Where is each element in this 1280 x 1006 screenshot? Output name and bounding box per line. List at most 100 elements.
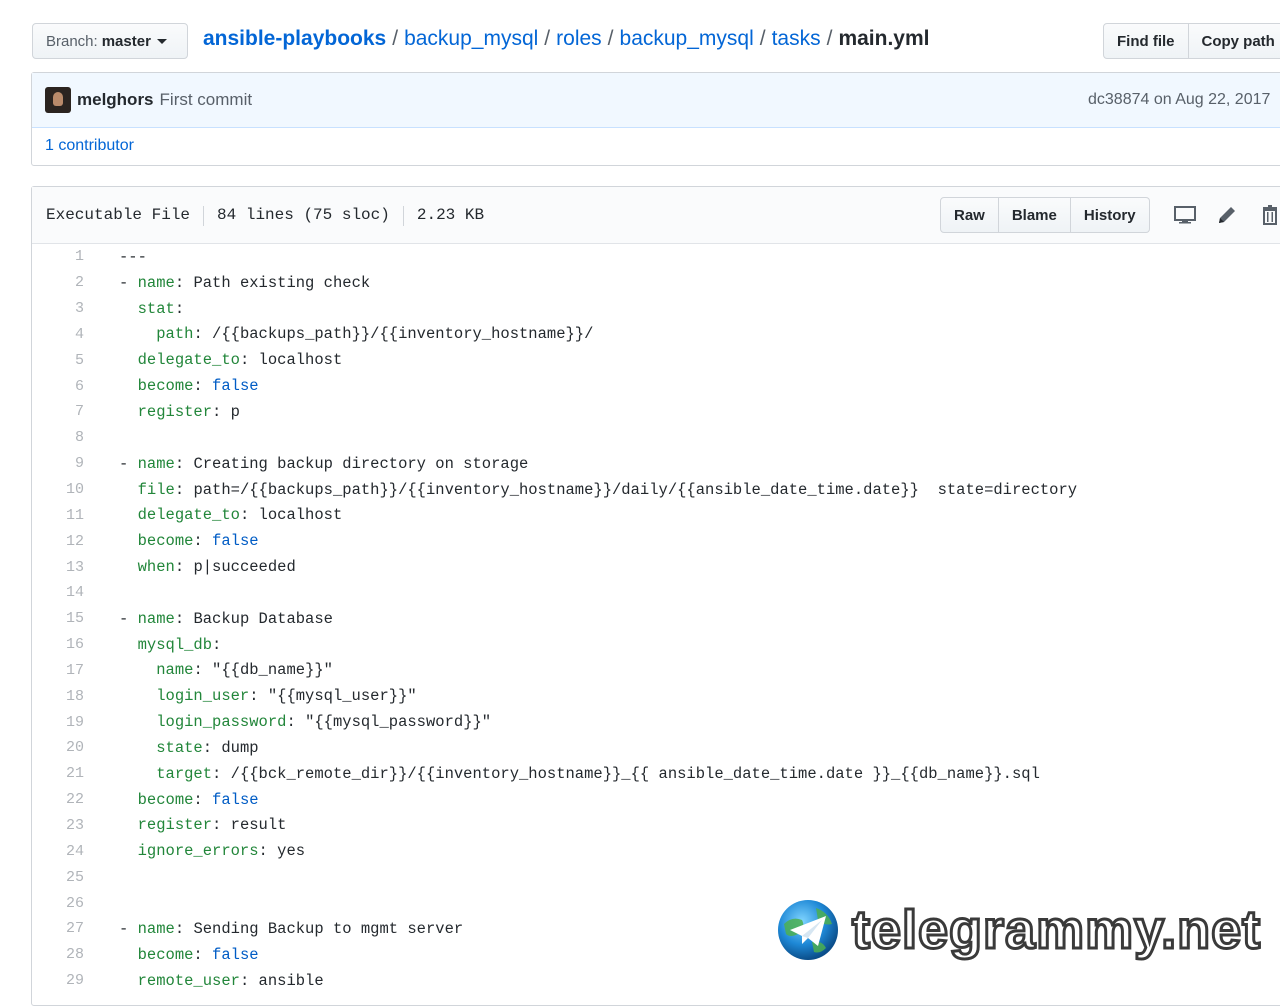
code-blob: 1---2- name: Path existing check3 stat:4… bbox=[32, 244, 1280, 993]
line-number[interactable]: 18 bbox=[32, 688, 84, 705]
branch-label: Branch: bbox=[46, 33, 98, 50]
line-number[interactable]: 22 bbox=[32, 791, 84, 808]
line-number[interactable]: 1 bbox=[32, 248, 84, 265]
code-line: 17 name: "{{db_name}}" bbox=[32, 658, 1280, 684]
line-number[interactable]: 25 bbox=[32, 869, 84, 886]
code-line: 1--- bbox=[32, 244, 1280, 270]
line-number[interactable]: 13 bbox=[32, 559, 84, 576]
code-line: 12 become: false bbox=[32, 528, 1280, 554]
pencil-icon[interactable] bbox=[1215, 203, 1239, 227]
code-text: file: path=/{{backups_path}}/{{inventory… bbox=[119, 481, 1077, 499]
code-line: 7 register: p bbox=[32, 399, 1280, 425]
line-number[interactable]: 11 bbox=[32, 507, 84, 524]
line-number[interactable]: 28 bbox=[32, 946, 84, 963]
file-viewer: Executable File 84 lines (75 sloc) 2.23 … bbox=[31, 186, 1280, 1006]
file-info: Executable File 84 lines (75 sloc) 2.23 … bbox=[46, 206, 484, 226]
code-text: mysql_db: bbox=[119, 636, 221, 654]
code-text: login_password: "{{mysql_password}}" bbox=[119, 713, 491, 731]
code-line: 15 - name: Backup Database bbox=[32, 606, 1280, 632]
line-number[interactable]: 23 bbox=[32, 817, 84, 834]
code-line: 13 when: p|succeeded bbox=[32, 554, 1280, 580]
code-text: ignore_errors: yes bbox=[119, 842, 305, 860]
line-number[interactable]: 2 bbox=[32, 274, 84, 291]
line-number[interactable]: 27 bbox=[32, 920, 84, 937]
line-number[interactable]: 4 bbox=[32, 326, 84, 343]
line-number[interactable]: 20 bbox=[32, 739, 84, 756]
code-text: delegate_to: localhost bbox=[119, 351, 342, 369]
code-line: 16 mysql_db: bbox=[32, 632, 1280, 658]
code-text: name: "{{db_name}}" bbox=[119, 661, 333, 679]
commit-author-link[interactable]: melghors bbox=[77, 90, 154, 110]
contributors-link[interactable]: 1 contributor bbox=[45, 137, 134, 155]
line-number[interactable]: 14 bbox=[32, 584, 84, 601]
divider bbox=[203, 206, 204, 226]
line-number[interactable]: 3 bbox=[32, 300, 84, 317]
line-number[interactable]: 17 bbox=[32, 662, 84, 679]
line-number[interactable]: 16 bbox=[32, 636, 84, 653]
code-line: 3 stat: bbox=[32, 296, 1280, 322]
breadcrumb-link-roles[interactable]: roles bbox=[556, 27, 602, 50]
code-text: - name: Path existing check bbox=[119, 274, 370, 292]
code-text: when: p|succeeded bbox=[119, 558, 296, 576]
line-number[interactable]: 10 bbox=[32, 481, 84, 498]
branch-select-button[interactable]: Branch: master bbox=[32, 23, 188, 59]
commit-tease: melghors First commit dc38874 on Aug 22,… bbox=[32, 73, 1280, 128]
code-line: 11 delegate_to: localhost bbox=[32, 502, 1280, 528]
code-line: 10 file: path=/{{backups_path}}/{{invent… bbox=[32, 477, 1280, 503]
line-number[interactable]: 9 bbox=[32, 455, 84, 472]
find-file-button[interactable]: Find file bbox=[1103, 23, 1189, 59]
line-number[interactable]: 5 bbox=[32, 352, 84, 369]
code-text: path: /{{backups_path}}/{{inventory_host… bbox=[119, 325, 593, 343]
avatar[interactable] bbox=[45, 87, 71, 113]
line-number[interactable]: 6 bbox=[32, 378, 84, 395]
line-number[interactable]: 8 bbox=[32, 429, 84, 446]
line-number[interactable]: 26 bbox=[32, 895, 84, 912]
raw-button[interactable]: Raw bbox=[940, 197, 999, 233]
code-line: 9 - name: Creating backup directory on st… bbox=[32, 451, 1280, 477]
telegram-globe-icon bbox=[776, 898, 840, 962]
code-line: 2 - name: Path existing check bbox=[32, 270, 1280, 296]
history-button[interactable]: History bbox=[1071, 197, 1150, 233]
code-text: become: false bbox=[119, 946, 259, 964]
desktop-icon[interactable] bbox=[1173, 203, 1197, 227]
trash-icon[interactable] bbox=[1258, 203, 1280, 227]
line-number[interactable]: 12 bbox=[32, 533, 84, 550]
code-line: 29 remote_user: ansible bbox=[32, 968, 1280, 994]
file-mode: Executable File bbox=[46, 206, 190, 226]
breadcrumb-separator: / bbox=[827, 27, 833, 50]
code-text: become: false bbox=[119, 377, 259, 395]
breadcrumb-current-file: main.yml bbox=[838, 27, 929, 50]
line-number[interactable]: 21 bbox=[32, 765, 84, 782]
commit-message-link[interactable]: First commit bbox=[160, 90, 253, 110]
code-line: 18 login_user: "{{mysql_user}}" bbox=[32, 683, 1280, 709]
chevron-down-icon bbox=[157, 39, 167, 44]
code-text: stat: bbox=[119, 300, 184, 318]
line-number[interactable]: 19 bbox=[32, 714, 84, 731]
copy-path-button[interactable]: Copy path bbox=[1189, 23, 1280, 59]
code-text: - name: Sending Backup to mgmt server bbox=[119, 920, 463, 938]
line-number[interactable]: 15 bbox=[32, 610, 84, 627]
file-line-count: 84 lines (75 sloc) bbox=[217, 206, 390, 226]
commit-sha-link[interactable]: dc38874 on Aug 22, 2017 bbox=[1088, 91, 1270, 109]
breadcrumb-separator: / bbox=[544, 27, 550, 50]
blame-button[interactable]: Blame bbox=[999, 197, 1071, 233]
commit-info-box: melghors First commit dc38874 on Aug 22,… bbox=[31, 72, 1280, 166]
code-line: 4 path: /{{backups_path}}/{{inventory_ho… bbox=[32, 322, 1280, 348]
divider bbox=[403, 206, 404, 226]
breadcrumb-link-backup-mysql-role[interactable]: backup_mysql bbox=[620, 27, 754, 50]
breadcrumb-link-tasks[interactable]: tasks bbox=[772, 27, 821, 50]
line-number[interactable]: 7 bbox=[32, 403, 84, 420]
code-text: register: result bbox=[119, 816, 286, 834]
code-text: - name: Creating backup directory on sto… bbox=[119, 455, 528, 473]
breadcrumb-repo-link[interactable]: ansible-playbooks bbox=[203, 27, 386, 50]
code-text: login_user: "{{mysql_user}}" bbox=[119, 687, 417, 705]
code-line: 8 bbox=[32, 425, 1280, 451]
code-text: state: dump bbox=[119, 739, 259, 757]
code-text: - name: Backup Database bbox=[119, 610, 333, 628]
line-number[interactable]: 24 bbox=[32, 843, 84, 860]
code-line: 20 state: dump bbox=[32, 735, 1280, 761]
line-number[interactable]: 29 bbox=[32, 972, 84, 989]
code-text: target: /{{bck_remote_dir}}/{{inventory_… bbox=[119, 765, 1040, 783]
breadcrumb-link-backup-mysql[interactable]: backup_mysql bbox=[404, 27, 538, 50]
code-line: 19 login_password: "{{mysql_password}}" bbox=[32, 709, 1280, 735]
